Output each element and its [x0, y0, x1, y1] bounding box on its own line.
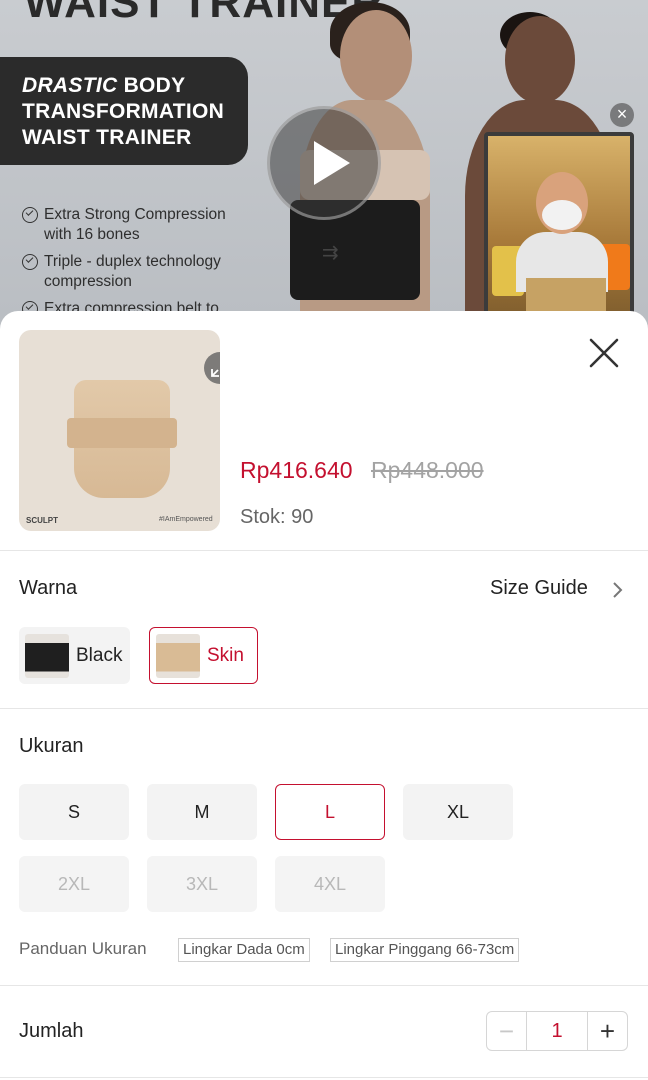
variant-selection-sheet: SCULPT #IAmEmpowered Rp416.640 Rp448.000… [0, 311, 648, 1080]
banner-pill: DRASTIC BODY TRANSFORMATION WAIST TRAINE… [0, 57, 248, 165]
thumb-tag: #IAmEmpowered [159, 516, 213, 523]
pill-line-1: DRASTIC BODY [22, 73, 248, 99]
price-current: Rp416.640 [240, 457, 353, 483]
color-option-label: Skin [207, 644, 244, 666]
waist-measurement-tag: Lingkar Pinggang 66-73cm [330, 938, 520, 962]
price-original: Rp448.000 [371, 457, 484, 483]
banner-feature-list: Extra Strong Compression with 16 bones T… [22, 205, 264, 326]
size-option-xl[interactable]: XL [403, 784, 513, 840]
size-guide-link[interactable]: Size Guide [490, 577, 588, 600]
check-circle-icon [22, 254, 38, 270]
close-mini-video-icon[interactable]: × [610, 103, 634, 127]
pill-line-1-rest: BODY [117, 74, 186, 97]
play-icon[interactable] [267, 106, 381, 220]
feature-item: Extra Strong Compression with 16 bones [22, 205, 264, 245]
live-video-thumbnail[interactable] [484, 132, 634, 332]
stock-count: Stok: 90 [240, 506, 314, 528]
product-video-banner: WAIST TRAINER DRASTIC BODY TRANSFORMATIO… [0, 0, 648, 340]
face-mask [542, 200, 582, 230]
chest-measurement-tag: Lingkar Dada 0cm [178, 938, 310, 962]
pill-line-2: TRANSFORMATION [22, 100, 225, 123]
expand-icon[interactable] [204, 352, 220, 384]
thumb-logo: SCULPT [26, 516, 58, 525]
feature-text: Extra Strong Compression with 16 bones [44, 206, 226, 243]
color-option-black[interactable]: Black [19, 627, 130, 684]
quantity-stepper: − 1 + [486, 1011, 628, 1051]
size-option-3xl: 3XL [147, 856, 257, 912]
color-swatch-image [25, 633, 69, 678]
product-thumbnail[interactable]: SCULPT #IAmEmpowered [19, 330, 220, 531]
waist-trainer-band [67, 418, 177, 448]
size-section-title: Ukuran [19, 735, 84, 757]
model-head-second [505, 16, 575, 104]
size-option-m[interactable]: M [147, 784, 257, 840]
divider [0, 1077, 648, 1078]
check-circle-icon [22, 207, 38, 223]
increase-quantity-button[interactable]: + [587, 1012, 627, 1050]
close-icon[interactable] [586, 335, 622, 371]
pill-line-1-italic: DRASTIC [22, 74, 118, 97]
size-option-2xl: 2XL [19, 856, 129, 912]
divider [0, 708, 648, 709]
size-guide-label: Panduan Ukuran [19, 939, 147, 958]
pill-line-3: WAIST TRAINER [22, 126, 192, 149]
divider [0, 985, 648, 986]
color-option-label: Black [76, 644, 123, 666]
size-option-4xl: 4XL [275, 856, 385, 912]
arrow-icon: ⇉ [322, 242, 339, 264]
banner-headline: WAIST TRAINER [24, 0, 385, 27]
decrease-quantity-button[interactable]: − [487, 1012, 527, 1050]
divider [0, 550, 648, 551]
feature-text: Triple - duplex technology compression [44, 253, 221, 290]
model-head [340, 10, 412, 102]
chevron-right-icon[interactable] [612, 581, 624, 599]
size-option-s[interactable]: S [19, 784, 129, 840]
color-section-title: Warna [19, 577, 78, 599]
quantity-section-title: Jumlah [19, 1020, 84, 1042]
color-swatch-image [156, 633, 200, 678]
color-option-skin[interactable]: Skin [149, 627, 258, 684]
quantity-input[interactable]: 1 [527, 1012, 587, 1050]
size-option-l[interactable]: L [275, 784, 385, 840]
feature-item: Triple - duplex technology compression [22, 252, 264, 292]
